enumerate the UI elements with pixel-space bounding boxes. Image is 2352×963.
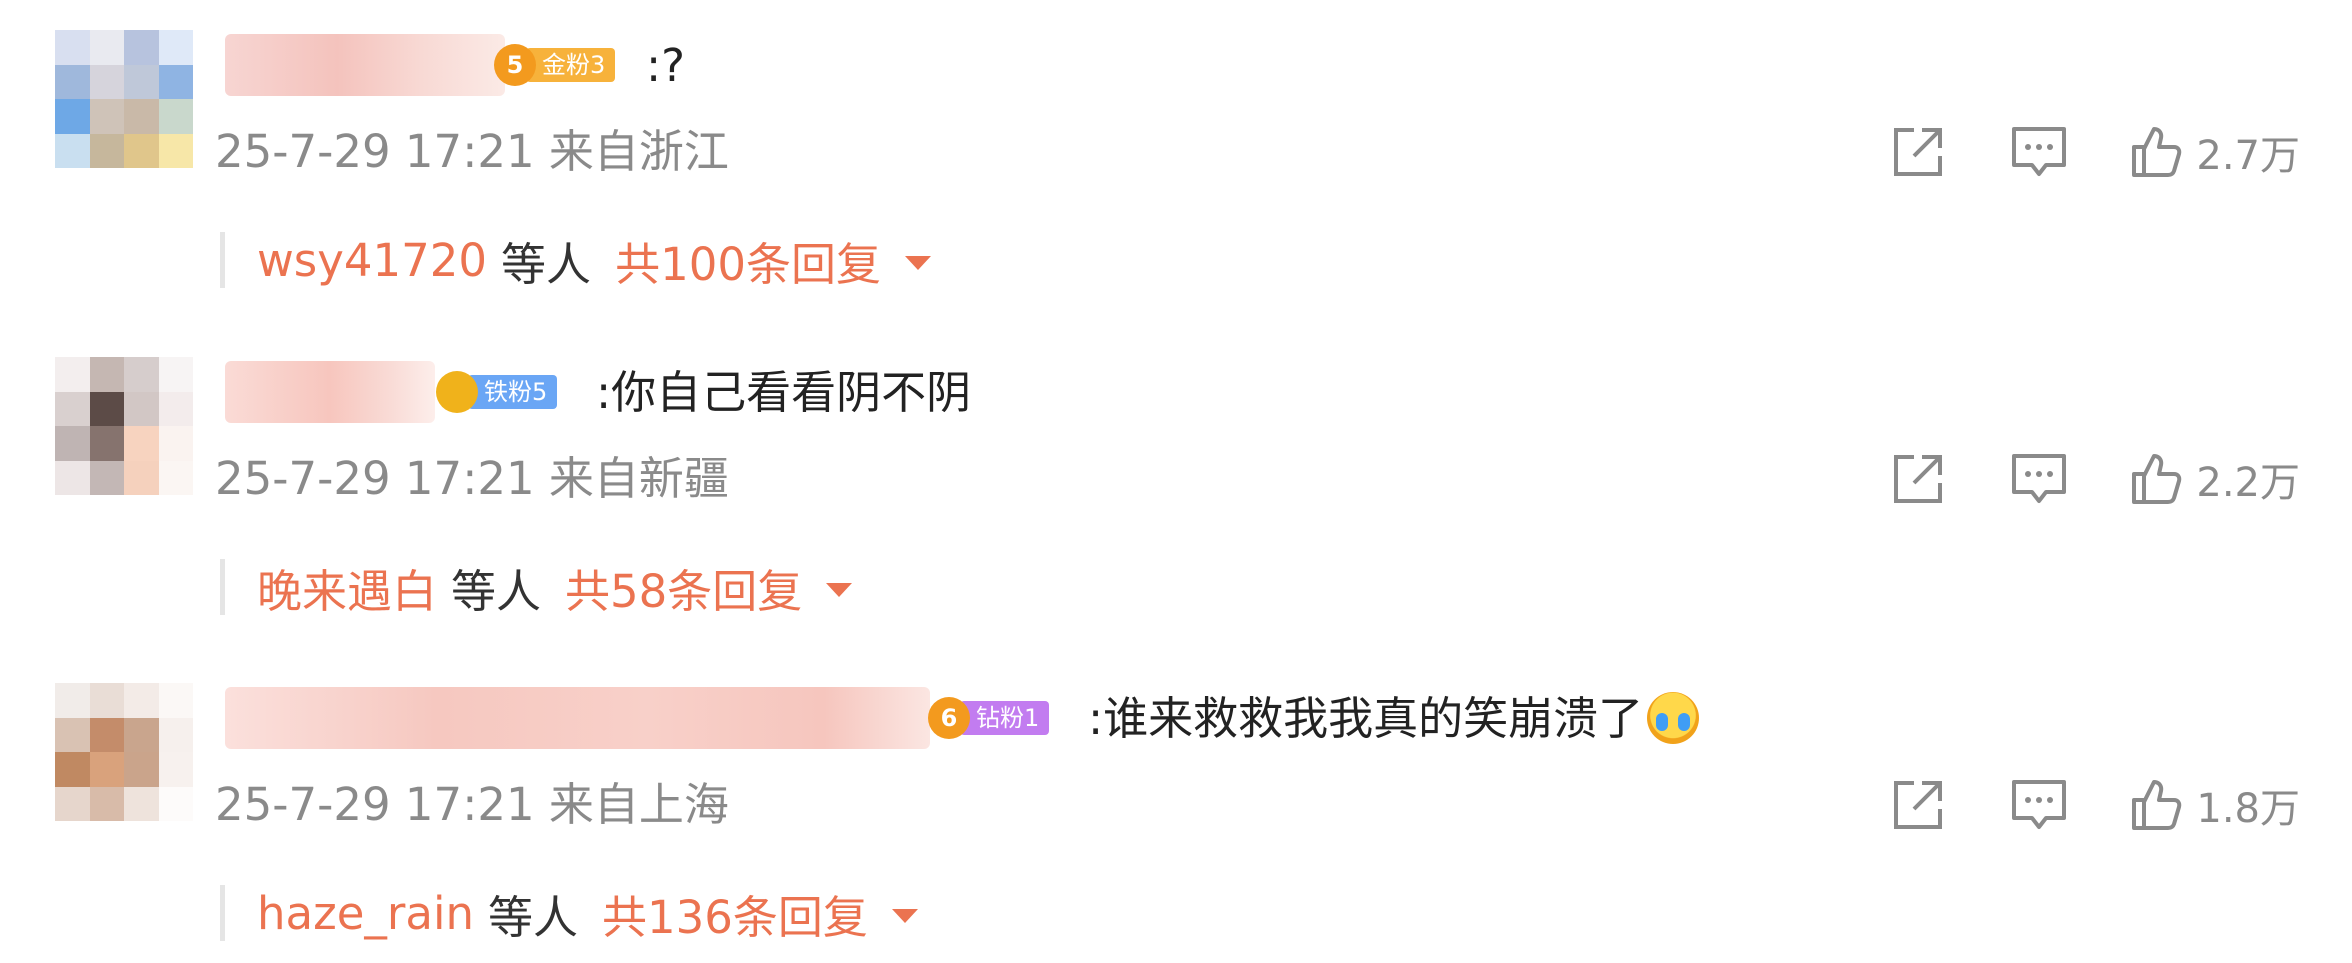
crown-icon: 5 bbox=[494, 44, 536, 86]
fan-badge: 铁粉5 bbox=[436, 371, 558, 413]
reply-users[interactable]: haze_rain bbox=[257, 887, 474, 940]
reply-count-link[interactable]: 共100条回复 bbox=[615, 228, 931, 293]
comment-actions: 2.7万 bbox=[1890, 124, 2300, 180]
share-icon bbox=[1894, 781, 1943, 829]
like-count: 2.7万 bbox=[2196, 133, 2300, 179]
reply-users[interactable]: wsy41720 bbox=[257, 234, 487, 287]
comment-text: :? bbox=[646, 39, 686, 92]
username-blurred[interactable] bbox=[225, 361, 435, 423]
comment-text: :你自己看看阴不阴 bbox=[596, 366, 972, 419]
share-button[interactable] bbox=[1890, 779, 1946, 831]
like-count: 2.2万 bbox=[2196, 460, 2300, 506]
comment-button[interactable] bbox=[2010, 778, 2068, 832]
fan-badge: 6 钻粉1 bbox=[928, 697, 1050, 739]
comment-text-content: :谁来救救我我真的笑崩溃了 bbox=[1088, 692, 1644, 745]
comment-actions: 2.2万 bbox=[1890, 451, 2300, 507]
comment-button[interactable] bbox=[2010, 125, 2068, 179]
crying-laughing-emoji-icon bbox=[1647, 692, 1700, 744]
crown-icon: 6 bbox=[928, 697, 970, 739]
comment-icon bbox=[2012, 780, 2067, 829]
avatar[interactable] bbox=[55, 683, 193, 821]
reply-etc-label: 等人 bbox=[451, 564, 542, 618]
comment-button[interactable] bbox=[2010, 452, 2068, 506]
share-button[interactable] bbox=[1890, 453, 1946, 505]
comment-meta: 25-7-29 17:21 来自上海 bbox=[215, 778, 729, 831]
comment-meta: 25-7-29 17:21 来自新疆 bbox=[215, 452, 729, 505]
reply-etc-label: 等人 bbox=[501, 237, 592, 291]
crown-icon bbox=[436, 371, 478, 413]
reply-etc-label: 等人 bbox=[488, 890, 579, 944]
share-icon bbox=[1894, 128, 1943, 176]
username-blurred[interactable] bbox=[225, 34, 505, 96]
reply-count: 共136条回复 bbox=[602, 890, 868, 944]
fan-badge-label: 钻粉1 bbox=[960, 701, 1050, 735]
fan-badge-label: 金粉3 bbox=[526, 48, 616, 82]
reply-count-link[interactable]: 共136条回复 bbox=[602, 881, 918, 946]
avatar[interactable] bbox=[55, 30, 193, 168]
thumbs-up-icon bbox=[2132, 780, 2182, 830]
reply-summary[interactable]: wsy41720 等人 共100条回复 bbox=[220, 232, 931, 291]
reply-count: 共100条回复 bbox=[615, 237, 881, 291]
like-button[interactable]: 1.8万 bbox=[2130, 776, 2300, 834]
reply-summary[interactable]: 晚来遇白 等人 共58条回复 bbox=[220, 559, 853, 618]
caret-down-icon bbox=[904, 256, 931, 270]
fan-badge: 5 金粉3 bbox=[494, 44, 616, 86]
reply-summary[interactable]: haze_rain 等人 共136条回复 bbox=[220, 885, 918, 944]
thumbs-up-icon bbox=[2132, 454, 2182, 504]
reply-count-link[interactable]: 共58条回复 bbox=[565, 555, 853, 620]
reply-count: 共58条回复 bbox=[565, 564, 803, 618]
avatar[interactable] bbox=[55, 357, 193, 495]
thumbs-up-icon bbox=[2132, 127, 2182, 177]
share-button[interactable] bbox=[1890, 126, 1946, 178]
share-icon bbox=[1894, 455, 1943, 503]
comment-item: 5 金粉3 :? 25-7-29 17:21 来自浙江 2.7万 wsy4172… bbox=[0, 0, 2352, 310]
comment-item: 6 钻粉1 :谁来救救我我真的笑崩溃了 25-7-29 17:21 来自上海 1… bbox=[0, 653, 2352, 963]
comment-text: :谁来救救我我真的笑崩溃了 bbox=[1088, 691, 1700, 747]
like-button[interactable]: 2.7万 bbox=[2130, 123, 2300, 181]
reply-users[interactable]: 晚来遇白 bbox=[257, 555, 437, 620]
comment-item: 铁粉5 :你自己看看阴不阴 25-7-29 17:21 来自新疆 2.2万 晚来… bbox=[0, 327, 2352, 637]
comment-meta: 25-7-29 17:21 来自浙江 bbox=[215, 125, 729, 178]
caret-down-icon bbox=[826, 583, 853, 597]
comment-icon bbox=[2012, 127, 2067, 176]
username-blurred[interactable] bbox=[225, 687, 930, 749]
like-count: 1.8万 bbox=[2196, 786, 2300, 832]
comment-actions: 1.8万 bbox=[1890, 777, 2300, 833]
like-button[interactable]: 2.2万 bbox=[2130, 450, 2300, 508]
comment-icon bbox=[2012, 454, 2067, 503]
caret-down-icon bbox=[891, 909, 918, 923]
fan-badge-label: 铁粉5 bbox=[468, 375, 558, 409]
